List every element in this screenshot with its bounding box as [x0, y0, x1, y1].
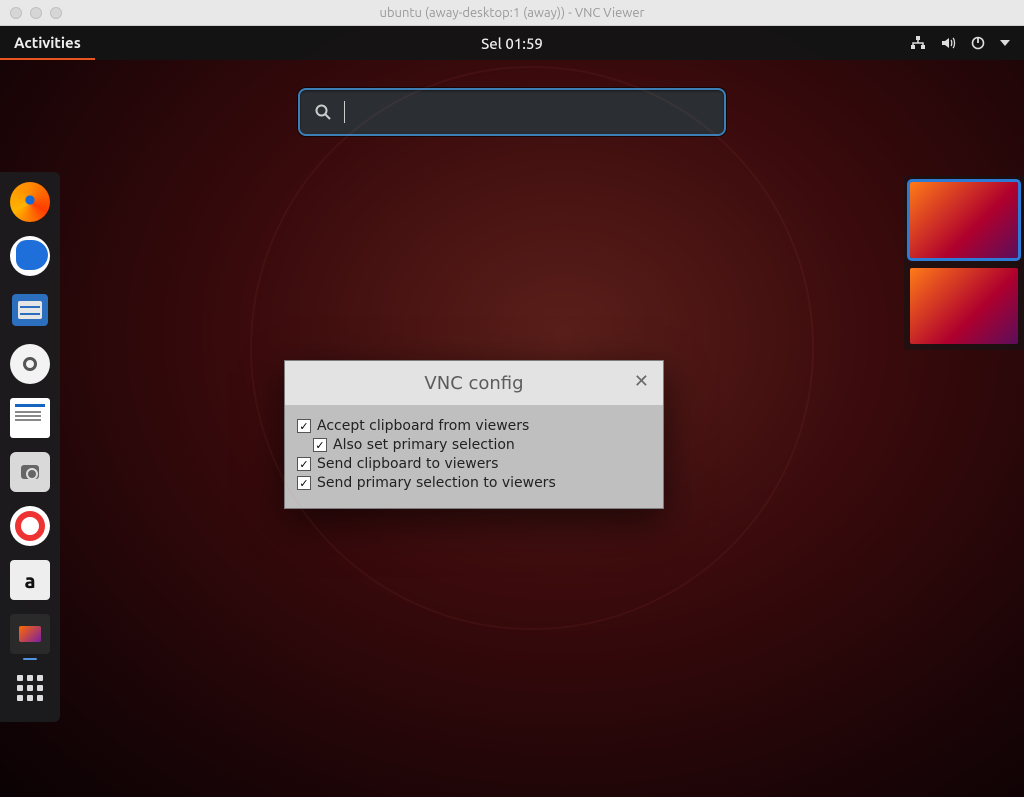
vnc-viewer-titlebar: ubuntu (away-desktop:1 (away)) - VNC Vie… — [0, 0, 1024, 26]
checkbox-icon[interactable] — [297, 419, 311, 433]
search-icon — [314, 103, 332, 121]
option-send-primary-selection[interactable]: Send primary selection to viewers — [297, 475, 651, 491]
power-icon — [970, 35, 986, 51]
workspace-thumbnail-2[interactable] — [910, 268, 1018, 344]
dock-item-vnc-config[interactable] — [10, 614, 50, 654]
dock-item-thunderbird[interactable] — [10, 236, 50, 276]
overview-search[interactable] — [298, 88, 726, 136]
option-label: Send clipboard to viewers — [317, 456, 498, 472]
clock-label: Sel 01:59 — [0, 35, 1024, 52]
checkbox-icon[interactable] — [313, 438, 327, 452]
checkbox-icon[interactable] — [297, 457, 311, 471]
ubuntu-desktop: Activities Sel 01:59 a — [0, 26, 1024, 797]
gnome-topbar: Activities Sel 01:59 — [0, 26, 1024, 60]
network-icon — [910, 35, 926, 51]
option-label: Accept clipboard from viewers — [317, 418, 529, 434]
workspace-switcher — [904, 176, 1024, 350]
option-label: Send primary selection to viewers — [317, 475, 556, 491]
vnc-viewer-title: ubuntu (away-desktop:1 (away)) - VNC Vie… — [0, 6, 1024, 20]
system-status-area[interactable] — [910, 35, 1024, 51]
close-icon[interactable]: ✕ — [634, 373, 649, 391]
dock-item-amazon[interactable]: a — [10, 560, 50, 600]
dock-item-writer[interactable] — [10, 398, 50, 438]
dock-item-help[interactable] — [10, 506, 50, 546]
show-applications-button[interactable] — [10, 668, 50, 708]
workspace-thumbnail-1[interactable] — [910, 182, 1018, 258]
dock-item-files[interactable] — [10, 290, 50, 330]
checkbox-icon[interactable] — [297, 476, 311, 490]
activities-label: Activities — [14, 34, 81, 51]
apps-grid-icon — [17, 675, 43, 701]
dock-item-firefox[interactable] — [10, 182, 50, 222]
dock-item-screenshot[interactable] — [10, 452, 50, 492]
activities-button[interactable]: Activities — [0, 26, 95, 60]
dialog-title: VNC config — [424, 373, 523, 394]
text-cursor — [344, 101, 345, 123]
option-send-clipboard[interactable]: Send clipboard to viewers — [297, 456, 651, 472]
search-input[interactable] — [357, 102, 710, 123]
volume-icon — [940, 35, 956, 51]
dialog-body: Accept clipboard from viewers Also set p… — [285, 405, 663, 508]
option-accept-clipboard[interactable]: Accept clipboard from viewers — [297, 418, 651, 434]
option-label: Also set primary selection — [333, 437, 515, 453]
vnc-config-dialog: VNC config ✕ Accept clipboard from viewe… — [284, 360, 664, 509]
ubuntu-dock: a — [0, 172, 60, 722]
option-set-primary-selection[interactable]: Also set primary selection — [313, 437, 651, 453]
dock-item-rhythmbox[interactable] — [10, 344, 50, 384]
dialog-titlebar[interactable]: VNC config ✕ — [285, 361, 663, 405]
chevron-down-icon — [1000, 40, 1010, 46]
